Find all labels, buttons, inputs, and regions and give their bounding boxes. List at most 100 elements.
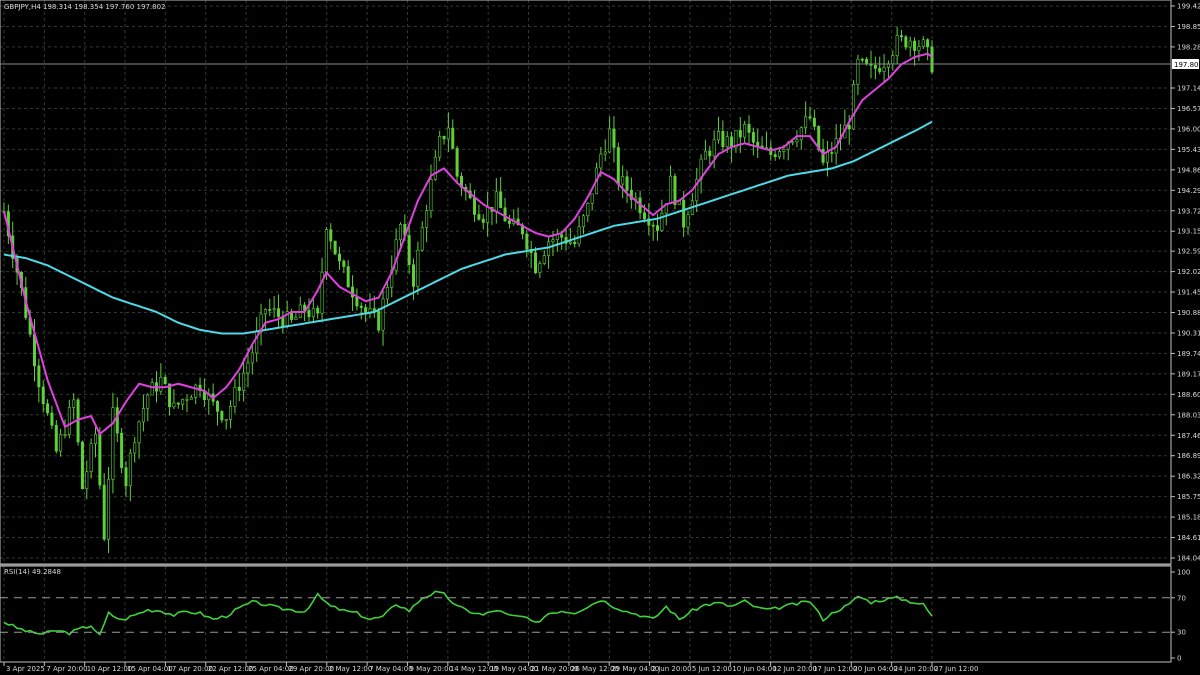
candle-body bbox=[294, 317, 298, 320]
candle-body bbox=[782, 148, 786, 152]
price-tick-label: 189.745 bbox=[1177, 350, 1200, 358]
rsi-tick-label: 30 bbox=[1177, 629, 1186, 637]
price-tick-label: 194.290 bbox=[1177, 187, 1200, 195]
candle-body bbox=[263, 309, 267, 315]
price-tick-label: 190.885 bbox=[1177, 309, 1200, 317]
candle-body bbox=[89, 443, 93, 472]
candle-body bbox=[37, 365, 41, 388]
candle-body bbox=[717, 130, 721, 141]
candle-body bbox=[429, 179, 433, 212]
time-tick-label: 27 Jun 12:00 bbox=[934, 665, 978, 673]
candle-body bbox=[442, 136, 446, 140]
candle-body bbox=[446, 127, 450, 140]
candle-body bbox=[63, 434, 67, 436]
price-tick-label: 191.455 bbox=[1177, 289, 1200, 297]
candle-body bbox=[791, 141, 795, 144]
candle-body bbox=[590, 193, 594, 204]
candle-body bbox=[547, 241, 551, 256]
chart-canvas: 199.425 198.855 198.285 197.140 196.570 196.0… bbox=[0, 0, 1200, 675]
candle-body bbox=[917, 46, 921, 51]
candle-body bbox=[612, 128, 616, 148]
candle-body bbox=[185, 399, 189, 401]
time-tick-label: 7 May 04:00 bbox=[369, 665, 413, 673]
price-tick-label: 198.855 bbox=[1177, 23, 1200, 31]
candle-body bbox=[41, 386, 45, 404]
candle-body bbox=[364, 307, 368, 313]
candle-body bbox=[346, 266, 350, 288]
candle-body bbox=[586, 202, 590, 217]
candle-body bbox=[425, 210, 429, 228]
candle-body bbox=[50, 412, 54, 426]
candle-body bbox=[577, 226, 581, 245]
candle-body bbox=[725, 136, 729, 148]
candle-body bbox=[59, 434, 63, 452]
price-tick-label: 196.570 bbox=[1177, 105, 1200, 113]
candle-body bbox=[756, 141, 760, 147]
candle-body bbox=[599, 153, 603, 169]
candle-body bbox=[181, 399, 185, 405]
price-tick-label: 184.045 bbox=[1177, 555, 1200, 563]
price-tick-label: 196.000 bbox=[1177, 125, 1200, 133]
time-tick-label: 29 Apr 20:00 bbox=[288, 665, 334, 673]
rsi-tick-label: 0 bbox=[1177, 655, 1181, 663]
candle-body bbox=[146, 394, 150, 409]
price-tick-label: 198.285 bbox=[1177, 43, 1200, 51]
candle-body bbox=[747, 123, 751, 133]
time-tick-label: 25 Apr 04:00 bbox=[248, 665, 294, 673]
candle-body bbox=[804, 116, 808, 128]
candle-body bbox=[743, 123, 747, 138]
price-tick-label: 194.860 bbox=[1177, 166, 1200, 174]
candle-body bbox=[115, 407, 119, 434]
main-title: GBPJPY,H4 198.314 198.354 197.760 197.80… bbox=[4, 3, 166, 11]
candle-body bbox=[499, 191, 503, 209]
price-tick-label: 185.755 bbox=[1177, 493, 1200, 501]
candle-body bbox=[133, 442, 137, 454]
candle-body bbox=[921, 39, 925, 47]
price-tick-label: 190.315 bbox=[1177, 329, 1200, 337]
candle-body bbox=[830, 152, 834, 154]
price-tick-label: 188.605 bbox=[1177, 391, 1200, 399]
candle-body bbox=[847, 124, 851, 130]
candle-body bbox=[682, 199, 686, 228]
candle-body bbox=[412, 264, 416, 287]
time-tick-label: 24 Jun 20:00 bbox=[894, 665, 938, 673]
candle-body bbox=[581, 215, 585, 228]
price-tick-label: 189.175 bbox=[1177, 370, 1200, 378]
candle-body bbox=[150, 382, 154, 396]
candle-body bbox=[72, 399, 76, 408]
rsi-title: RSI(14) 49.2848 bbox=[4, 568, 61, 576]
time-tick-label: 2 May 12:00 bbox=[329, 665, 373, 673]
candle-body bbox=[799, 127, 803, 141]
price-tick-label: 193.150 bbox=[1177, 228, 1200, 236]
time-tick-label: 17 Jun 12:00 bbox=[813, 665, 857, 673]
candle-body bbox=[686, 214, 690, 228]
time-tick-label: 17 Apr 20:00 bbox=[167, 665, 213, 673]
candle-body bbox=[46, 403, 50, 414]
candle-body bbox=[778, 151, 782, 158]
candle-body bbox=[525, 233, 529, 250]
candle-body bbox=[656, 225, 660, 231]
candle-body bbox=[438, 136, 442, 158]
candle-body bbox=[856, 58, 860, 85]
candle-body bbox=[233, 386, 237, 407]
candle-body bbox=[507, 220, 511, 224]
chart-background bbox=[0, 0, 1200, 675]
time-tick-label: 22 Apr 12:00 bbox=[208, 665, 254, 673]
candle-body bbox=[93, 433, 97, 445]
price-box-text: 197.802 bbox=[1174, 61, 1200, 69]
time-tick-label: 2 Jun 20:00 bbox=[652, 665, 692, 673]
candle-body bbox=[808, 116, 812, 119]
candle-body bbox=[242, 372, 246, 391]
candle-body bbox=[642, 212, 646, 220]
price-tick-label: 192.595 bbox=[1177, 248, 1200, 256]
candle-body bbox=[359, 305, 363, 308]
candle-body bbox=[159, 376, 163, 392]
candle-body bbox=[229, 406, 233, 420]
candle-body bbox=[895, 35, 899, 56]
rsi-tick-label: 70 bbox=[1177, 594, 1186, 602]
candle-body bbox=[163, 376, 167, 385]
candle-body bbox=[651, 224, 655, 227]
candle-body bbox=[420, 227, 424, 251]
candle-body bbox=[477, 214, 481, 220]
candle-body bbox=[608, 128, 612, 153]
